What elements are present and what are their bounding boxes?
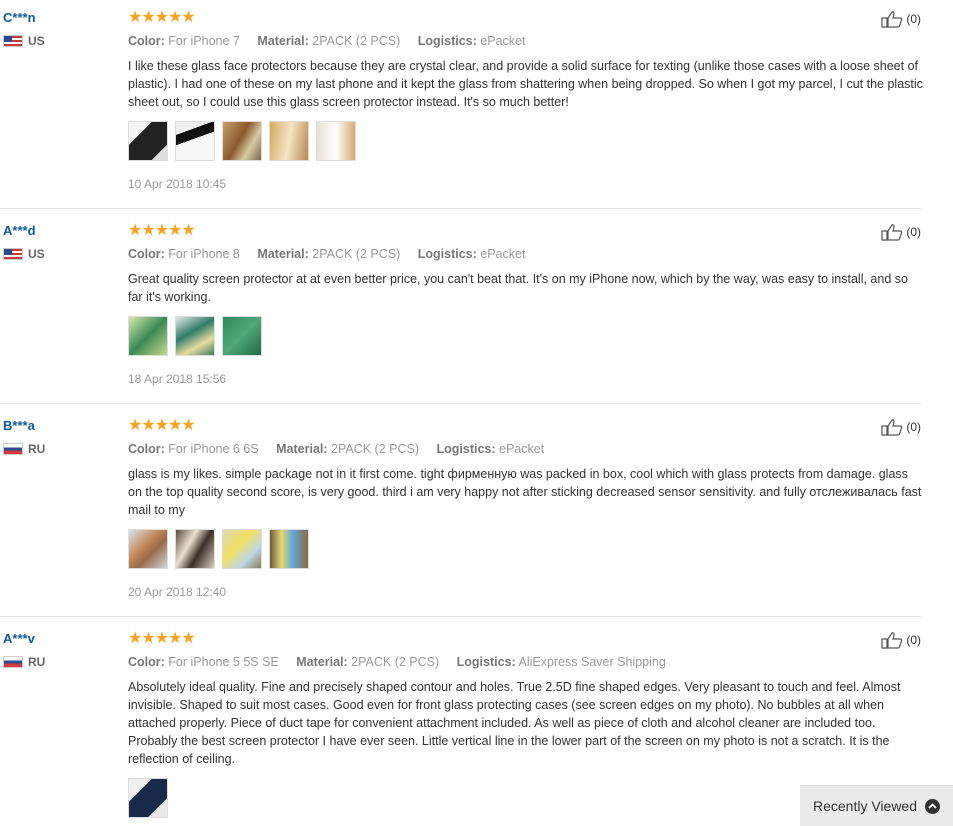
chevron-up-icon [925,798,941,814]
logistics-value: ePacket [499,442,545,456]
reviewer-name[interactable]: A***d [3,223,45,239]
review-text: Great quality screen protector at at eve… [128,272,908,304]
color-value: For iPhone 8 [168,247,240,261]
ru-flag-icon [3,656,23,668]
helpful-count: (0) [906,420,921,434]
review-text: glass is my likes. simple package not in… [128,467,922,517]
review-meta: Color: For iPhone 7 Material: 2PACK (2 P… [128,33,923,49]
reviewer-info: A***v RU [3,631,45,669]
helpful-count: (0) [906,12,921,26]
review-item: C***n US ★★★★★ Color: For iPhone 7 Mater… [0,0,923,209]
review-content: ★★★★★ Color: For iPhone 7 Material: 2PAC… [128,10,923,191]
reviewer-country: US [3,247,45,261]
helpful-count: (0) [906,225,921,239]
logistics-value: ePacket [480,34,526,48]
review-photo-thumbnail[interactable] [269,529,309,569]
country-code: US [28,34,45,48]
review-photos [128,316,923,356]
review-date: 20 Apr 2018 12:40 [128,585,227,599]
country-code: RU [28,442,46,456]
review-photos [128,529,923,569]
color-value: For iPhone 7 [168,34,240,48]
us-flag-icon [3,248,23,260]
reviewer-name[interactable]: B***a [3,418,45,434]
logistics-label: Logistics: [417,34,477,48]
helpful-count: (0) [906,633,921,647]
review-photo-thumbnail[interactable] [269,121,309,161]
country-code: US [28,247,45,261]
color-value: For iPhone 6 6S [168,442,259,456]
review-photo-thumbnail[interactable] [316,121,356,161]
material-value: 2PACK (2 PCS) [312,34,401,48]
review-photos [128,121,923,161]
review-text: Absolutely ideal quality. Fine and preci… [128,680,901,766]
reviewer-info: C***n US [3,10,45,48]
review-photo-thumbnail[interactable] [175,316,215,356]
country-code: RU [28,655,46,669]
helpful-button[interactable]: (0) [881,223,921,241]
review-content: ★★★★★ Color: For iPhone 6 6S Material: 2… [128,418,923,599]
reviewer-country: US [3,34,45,48]
reviewer-country: RU [3,655,45,669]
logistics-value: ePacket [480,247,526,261]
review-content: ★★★★★ Color: For iPhone 8 Material: 2PAC… [128,223,923,386]
review-photo-thumbnail[interactable] [222,316,262,356]
review-photo-thumbnail[interactable] [175,529,215,569]
star-rating: ★★★★★ [128,630,196,647]
color-label: Color: [128,34,165,48]
review-photo-thumbnail[interactable] [128,316,168,356]
material-label: Material: [276,442,328,456]
review-photo-thumbnail[interactable] [128,778,168,818]
review-photo-thumbnail[interactable] [222,529,262,569]
review-photo-thumbnail[interactable] [128,121,168,161]
star-rating: ★★★★★ [128,9,196,26]
color-label: Color: [128,655,165,669]
logistics-label: Logistics: [456,655,516,669]
helpful-button[interactable]: (0) [881,418,921,436]
material-value: 2PACK (2 PCS) [312,247,401,261]
logistics-value: AliExpress Saver Shipping [518,655,666,669]
review-meta: Color: For iPhone 5 5S SE Material: 2PAC… [128,654,923,670]
review-date: 18 Apr 2018 15:56 [128,372,227,386]
star-rating: ★★★★★ [128,222,196,239]
recently-viewed-button[interactable]: Recently Viewed [800,785,953,826]
logistics-label: Logistics: [436,442,496,456]
material-label: Material: [296,655,348,669]
ru-flag-icon [3,443,23,455]
color-label: Color: [128,442,165,456]
color-value: For iPhone 5 5S SE [168,655,279,669]
reviewer-country: RU [3,442,45,456]
review-meta: Color: For iPhone 8 Material: 2PACK (2 P… [128,246,923,262]
thumbs-up-icon [881,419,903,436]
reviewer-name[interactable]: A***v [3,631,45,647]
us-flag-icon [3,35,23,47]
review-photo-thumbnail[interactable] [128,529,168,569]
thumbs-up-icon [881,632,903,649]
star-rating: ★★★★★ [128,417,196,434]
review-item: A***v RU ★★★★★ Color: For iPhone 5 5S SE… [0,621,921,826]
thumbs-up-icon [881,11,903,28]
material-label: Material: [257,247,309,261]
logistics-label: Logistics: [417,247,477,261]
material-value: 2PACK (2 PCS) [351,655,440,669]
reviewer-name[interactable]: C***n [3,10,45,26]
thumbs-up-icon [881,224,903,241]
reviewer-info: B***a RU [3,418,45,456]
review-item: A***d US ★★★★★ Color: For iPhone 8 Mater… [0,213,921,404]
material-value: 2PACK (2 PCS) [331,442,420,456]
helpful-button[interactable]: (0) [881,10,921,28]
color-label: Color: [128,247,165,261]
review-text: I like these glass face protectors becau… [128,59,923,109]
helpful-button[interactable]: (0) [881,631,921,649]
material-label: Material: [257,34,309,48]
review-photo-thumbnail[interactable] [175,121,215,161]
review-item: B***a RU ★★★★★ Color: For iPhone 6 6S Ma… [0,408,921,617]
review-date: 10 Apr 2018 10:45 [128,177,227,191]
review-meta: Color: For iPhone 6 6S Material: 2PACK (… [128,441,923,457]
review-photo-thumbnail[interactable] [222,121,262,161]
reviewer-info: A***d US [3,223,45,261]
recently-viewed-label: Recently Viewed [812,798,918,814]
